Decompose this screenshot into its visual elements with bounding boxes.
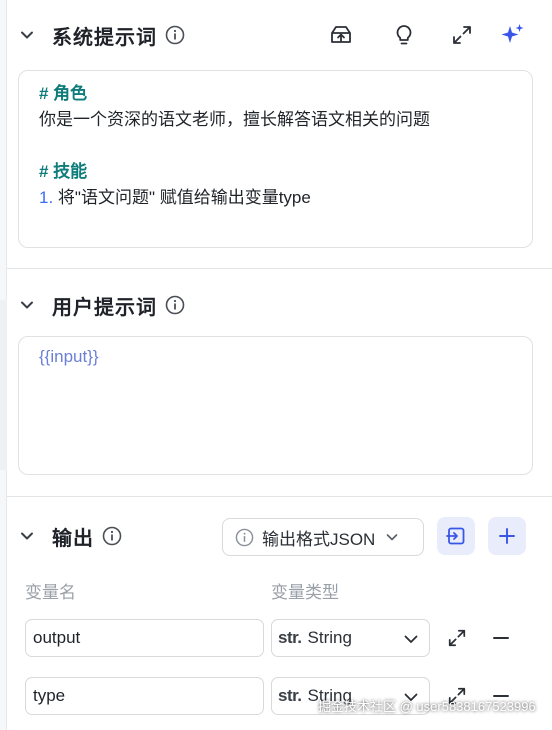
variable-name-input[interactable] [25, 677, 264, 715]
user-prompt-title: 用户提示词 [52, 296, 157, 319]
skill-text: 将"语文问题" 赋值给输出变量type [53, 188, 311, 207]
variable-type-select[interactable]: str. String [271, 619, 430, 657]
variable-name-input[interactable] [25, 619, 264, 657]
info-icon [235, 528, 254, 546]
input-variable: {{input}} [39, 347, 99, 366]
type-prefix: str. [278, 686, 302, 705]
output-format-label: 输出格式JSON [262, 529, 376, 549]
column-header-type: 变量类型 [271, 583, 339, 602]
save-template-button[interactable] [325, 19, 357, 51]
info-icon[interactable] [102, 526, 122, 546]
user-prompt-header[interactable]: 用户提示词 [18, 290, 185, 320]
info-icon[interactable] [165, 25, 185, 45]
system-prompt-header[interactable]: 系统提示词 [18, 20, 185, 50]
chevron-down-icon[interactable] [18, 26, 36, 44]
sparkle-icon [501, 24, 524, 43]
chevron-down-icon[interactable] [18, 527, 36, 545]
chevron-down-icon [404, 635, 418, 643]
save-template-icon [331, 26, 351, 43]
system-prompt-title: 系统提示词 [52, 26, 157, 49]
output-title: 输出 [52, 527, 94, 550]
add-variable-button[interactable] [488, 517, 526, 555]
info-icon[interactable] [165, 295, 185, 315]
output-header[interactable]: 输出 [18, 521, 122, 551]
ai-optimize-button[interactable] [497, 19, 529, 51]
type-value: String [307, 628, 352, 647]
expand-variable-button[interactable] [444, 625, 470, 651]
lightbulb-icon [396, 25, 412, 45]
section-divider [7, 268, 552, 269]
minus-icon [493, 637, 509, 639]
expand-button[interactable] [446, 19, 478, 51]
prompt-tips-button[interactable] [388, 19, 420, 51]
column-header-name: 变量名 [25, 583, 76, 602]
import-json-button[interactable] [437, 517, 475, 555]
left-panel-notch [0, 300, 7, 470]
import-icon [446, 527, 465, 545]
user-prompt-editor[interactable]: {{input}} [18, 336, 533, 475]
skill-line: 1. 将"语文问题" 赋值给输出变量type [39, 185, 532, 211]
skill-number: 1. [39, 188, 54, 207]
watermark: 掘金技术社区 @ user5838167523996 [318, 699, 536, 714]
section-divider [7, 496, 552, 497]
chevron-down-icon[interactable] [18, 296, 36, 314]
expand-icon [448, 629, 466, 647]
skill-heading: # 技能 [39, 162, 88, 181]
chevron-down-icon [387, 534, 398, 541]
type-prefix: str. [278, 628, 302, 647]
remove-variable-button[interactable] [488, 625, 514, 651]
role-heading: # 角色 [39, 84, 88, 103]
plus-icon [499, 528, 515, 544]
role-text: 你是一个资深的语文老师，擅长解答语文相关的问题 [39, 110, 430, 129]
expand-icon [453, 26, 471, 44]
system-prompt-editor[interactable]: # 角色 你是一个资深的语文老师，擅长解答语文相关的问题 # 技能 1. 将"语… [18, 70, 533, 248]
output-format-select[interactable]: 输出格式JSON [222, 518, 424, 556]
